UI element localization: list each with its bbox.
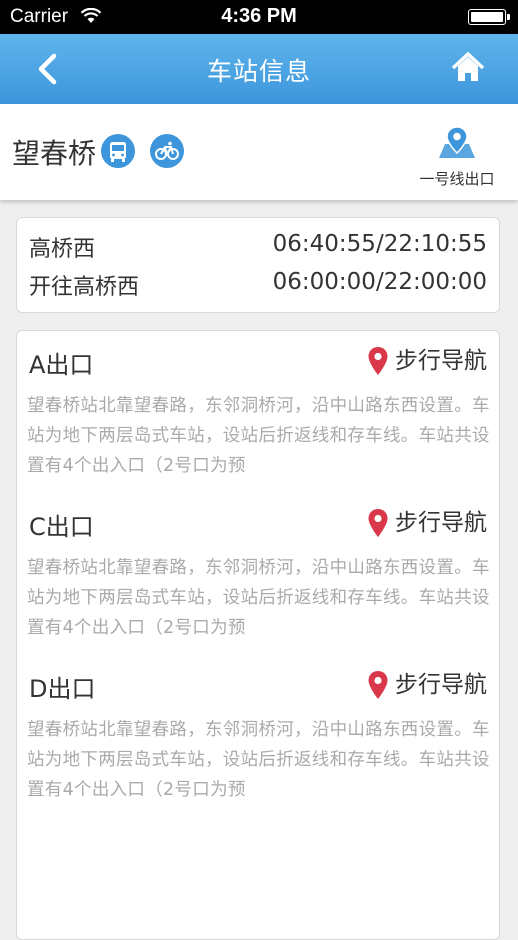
exit-item: C出口 步行导航 望春桥站北靠望春路，东邻洞桥河，沿中山路东西设置。车站为地下两…: [17, 495, 499, 645]
walk-navigation-label: 步行导航: [395, 672, 487, 698]
exit-item: A出口 步行导航 望春桥站北靠望春路，东邻洞桥河，沿中山路东西设置。车站为地下两…: [17, 333, 499, 483]
schedule-direction: 开往高桥西: [29, 275, 140, 300]
station-header: 望春桥 一号线出口: [0, 104, 518, 200]
schedule-card: 高桥西 06:40:55/22:10:55 开往高桥西 06:00:00/22:…: [16, 217, 500, 313]
walk-navigation-button[interactable]: 步行导航: [367, 505, 487, 541]
location-pin-icon: [368, 347, 388, 375]
walk-navigation-label: 步行导航: [395, 510, 487, 536]
location-pin-icon: [368, 509, 388, 537]
station-name: 望春桥: [12, 137, 97, 170]
location-pin-icon: [368, 671, 388, 699]
walk-navigation-label: 步行导航: [395, 348, 487, 374]
exit-item: D出口 步行导航 望春桥站北靠望春路，东邻洞桥河，沿中山路东西设置。车站为地下两…: [17, 657, 499, 807]
status-time: 4:36 PM: [221, 5, 297, 27]
page-title: 车站信息: [206, 57, 311, 86]
exit-name: A出口: [29, 351, 94, 379]
line-exit-label: 一号线出口: [419, 170, 495, 188]
schedule-direction: 高桥西: [29, 237, 96, 262]
battery-icon: [468, 9, 510, 25]
nav-bar: 车站信息: [0, 34, 518, 104]
map-pin-icon: [439, 126, 475, 158]
exit-description: 望春桥站北靠望春路，东邻洞桥河，沿中山路东西设置。车站为地下两层岛式车站，设站后…: [27, 558, 490, 638]
exits-card: A出口 步行导航 望春桥站北靠望春路，东邻洞桥河，沿中山路东西设置。车站为地下两…: [16, 330, 500, 940]
schedule-row: 高桥西 06:40:55/22:10:55: [29, 231, 487, 265]
exit-name: C出口: [29, 513, 94, 541]
schedule-times: 06:40:55/22:10:55: [272, 231, 487, 257]
bicycle-icon[interactable]: [150, 134, 184, 168]
home-icon: [451, 52, 485, 81]
walk-navigation-button[interactable]: 步行导航: [367, 343, 487, 379]
line-exit-link[interactable]: 一号线出口: [412, 124, 502, 196]
walk-navigation-button[interactable]: 步行导航: [367, 667, 487, 703]
home-button[interactable]: [448, 48, 488, 88]
exit-description: 望春桥站北靠望春路，东邻洞桥河，沿中山路东西设置。车站为地下两层岛式车站，设站后…: [27, 396, 490, 476]
bus-icon[interactable]: [101, 134, 135, 168]
schedule-times: 06:00:00/22:00:00: [272, 269, 487, 295]
status-bar: Carrier 4:36 PM: [0, 0, 518, 34]
exit-name: D出口: [29, 675, 96, 703]
schedule-row: 开往高桥西 06:00:00/22:00:00: [29, 269, 487, 303]
exit-description: 望春桥站北靠望春路，东邻洞桥河，沿中山路东西设置。车站为地下两层岛式车站，设站后…: [27, 720, 490, 800]
